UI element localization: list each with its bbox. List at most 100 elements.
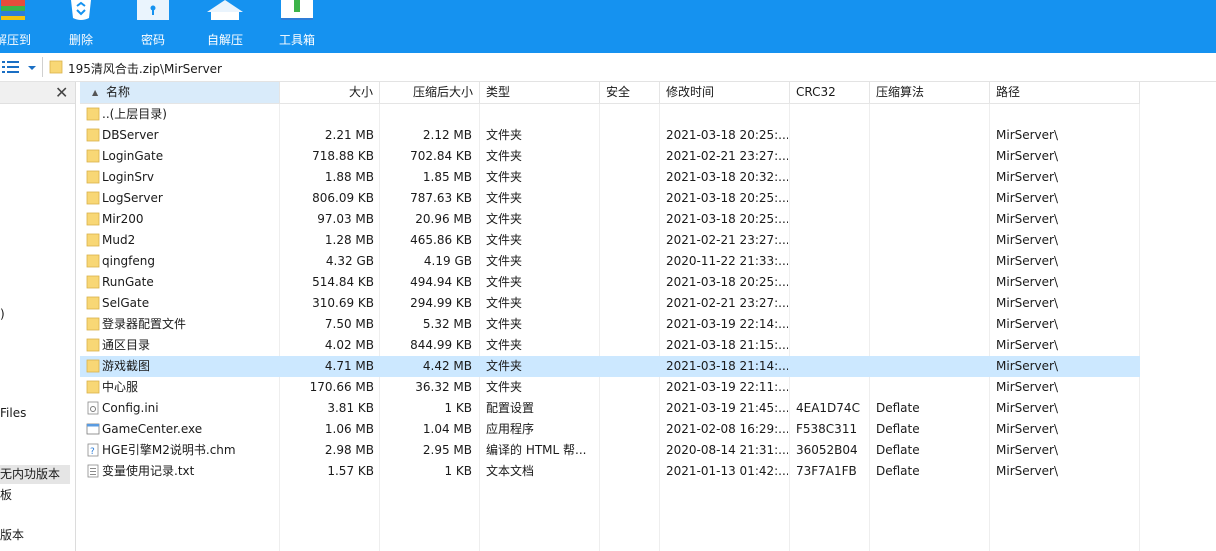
file-row[interactable]: RunGate 514.84 KB 494.94 KB 文件夹 2021-03-18 2…: [80, 272, 1140, 293]
tree-item[interactable]: 版本: [0, 526, 24, 543]
column-header-crc32[interactable]: CRC32: [790, 82, 870, 104]
file-type: 文件夹: [486, 212, 523, 226]
file-name: Mir200: [102, 212, 144, 226]
chevron-down-icon[interactable]: [26, 63, 38, 73]
password-button[interactable]: 密码: [126, 0, 180, 53]
file-size: 1.06 MB: [324, 422, 374, 436]
file-path: MirServer\: [996, 191, 1059, 205]
file-row[interactable]: LoginGate 718.88 KB 702.84 KB 文件夹 2021-02-21…: [80, 146, 1140, 167]
folder-icon: [49, 60, 63, 74]
file-type: 文件夹: [486, 359, 523, 373]
tree-item[interactable]: 板: [0, 486, 12, 503]
file-row[interactable]: ..(上层目录): [80, 104, 1140, 125]
file-method: [876, 377, 986, 398]
file-packed: 2.12 MB: [422, 128, 472, 142]
file-method: [876, 146, 986, 167]
file-type: 文件夹: [486, 254, 523, 268]
file-modified: 2021-03-18 20:25:...: [666, 275, 788, 289]
file-row[interactable]: 变量使用记录.txt 1.57 KB 1 KB 文本文档 2021-01-13 01:4…: [80, 461, 1140, 482]
self-extract-button[interactable]: 自解压: [198, 0, 252, 53]
file-row[interactable]: Config.ini 3.81 KB 1 KB 配置设置 2021-03-19 21:4…: [80, 398, 1140, 419]
file-name: LogServer: [102, 191, 163, 205]
file-row[interactable]: 游戏截图 4.71 MB 4.42 MB 文件夹 2021-03-18 21:14:..…: [80, 356, 1140, 377]
file-path: MirServer\: [996, 422, 1059, 436]
file-type: 文件夹: [486, 317, 523, 331]
file-size: 1.57 KB: [327, 464, 374, 478]
file-method: [876, 209, 986, 230]
password-icon: [137, 0, 169, 20]
file-method: [876, 356, 986, 377]
file-packed: 465.86 KB: [410, 233, 472, 247]
column-header-packed-size[interactable]: 压缩后大小: [380, 82, 480, 104]
column-header-type[interactable]: 类型: [480, 82, 600, 104]
file-row[interactable]: Mir200 97.03 MB 20.96 MB 文件夹 2021-03-18 20:2…: [80, 209, 1140, 230]
file-path: MirServer\: [996, 275, 1059, 289]
file-size: 4.71 MB: [324, 359, 374, 373]
file-modified: 2021-03-18 21:15:...: [666, 338, 788, 352]
column-header-path[interactable]: 路径: [990, 82, 1140, 104]
tree-item[interactable]: Files: [0, 406, 26, 420]
toolbox-button[interactable]: 工具箱: [270, 0, 324, 53]
file-row[interactable]: LoginSrv 1.88 MB 1.85 MB 文件夹 2021-03-18 20:3…: [80, 167, 1140, 188]
file-name: RunGate: [102, 275, 154, 289]
file-size: 2.98 MB: [324, 443, 374, 457]
file-row[interactable]: Mud2 1.28 MB 465.86 KB 文件夹 2021-02-21 23:27:…: [80, 230, 1140, 251]
file-crc: [796, 146, 868, 167]
file-row[interactable]: LogServer 806.09 KB 787.63 KB 文件夹 2021-03-18…: [80, 188, 1140, 209]
file-crc: [796, 314, 868, 335]
file-path: MirServer\: [996, 170, 1059, 184]
file-method: [876, 167, 986, 188]
file-name: SelGate: [102, 296, 150, 310]
file-crc: [796, 272, 868, 293]
file-type: 文件夹: [486, 233, 523, 247]
file-row[interactable]: 中心服 170.66 MB 36.32 MB 文件夹 2021-03-19 22:11:…: [80, 377, 1140, 398]
file-size: 7.50 MB: [324, 317, 374, 331]
file-row[interactable]: SelGate 310.69 KB 294.99 KB 文件夹 2021-02-21 2…: [80, 293, 1140, 314]
file-type: 文本文档: [486, 464, 535, 478]
folder-icon: [86, 338, 100, 352]
close-icon[interactable]: ✕: [55, 84, 68, 102]
file-row[interactable]: qingfeng 4.32 GB 4.19 GB 文件夹 2020-11-22 21:3…: [80, 251, 1140, 272]
file-modified: 2021-03-19 22:14:...: [666, 317, 788, 331]
file-row[interactable]: DBServer 2.21 MB 2.12 MB 文件夹 2021-03-18 20:2…: [80, 125, 1140, 146]
file-list: ▲ 名称 大小 压缩后大小 类型 安全 修改时间 CRC32 压缩算法 路径 .…: [80, 82, 1216, 551]
password-label: 密码: [140, 33, 165, 47]
file-size: 4.32 GB: [325, 254, 374, 268]
folder-icon: [86, 317, 100, 331]
list-view-icon[interactable]: [0, 59, 22, 75]
settings-file-icon: [87, 401, 99, 415]
extract-icon: [1, 0, 25, 20]
column-header-size[interactable]: 大小: [280, 82, 380, 104]
file-name: 登录器配置文件: [102, 317, 187, 331]
file-row[interactable]: ? HGE引擎M2说明书.chm 2.98 MB 2.95 MB 编译的 HTML 帮.…: [80, 440, 1140, 461]
delete-button[interactable]: 删除: [54, 0, 108, 53]
file-crc: [796, 209, 868, 230]
file-crc: [796, 293, 868, 314]
column-header-method[interactable]: 压缩算法: [870, 82, 990, 104]
file-packed: 5.32 MB: [422, 317, 472, 331]
column-header-name[interactable]: ▲ 名称: [80, 82, 280, 104]
folder-icon: [86, 359, 100, 373]
file-row[interactable]: 通区目录 4.02 MB 844.99 KB 文件夹 2021-03-18 21:15:…: [80, 335, 1140, 356]
divider: [42, 57, 43, 77]
folder-icon: [86, 149, 100, 163]
tree-item[interactable]: 无内功版本: [0, 465, 71, 484]
column-header-modified[interactable]: 修改时间: [660, 82, 790, 104]
file-row[interactable]: GameCenter.exe 1.06 MB 1.04 MB 应用程序 2021-02-…: [80, 419, 1140, 440]
file-size: 4.02 MB: [324, 338, 374, 352]
folder-icon: [86, 254, 100, 268]
address-path[interactable]: 195清风合击.zip\MirServer: [68, 60, 222, 77]
file-modified: 2021-03-19 22:11:...: [666, 380, 788, 394]
column-header-security[interactable]: 安全: [600, 82, 660, 104]
tree-item[interactable]: ): [0, 307, 5, 321]
file-crc: 4EA1D74C: [796, 401, 860, 415]
file-modified: 2021-03-18 20:25:...: [666, 128, 788, 142]
file-type: 配置设置: [486, 401, 535, 415]
folder-icon: [86, 380, 100, 394]
file-method: [876, 335, 986, 356]
extract-button[interactable]: 解压到: [0, 0, 48, 53]
file-row[interactable]: 登录器配置文件 7.50 MB 5.32 MB 文件夹 2021-03-19 22:14…: [80, 314, 1140, 335]
file-type: 文件夹: [486, 380, 523, 394]
file-type: 应用程序: [486, 422, 535, 436]
file-size: 1.88 MB: [324, 170, 374, 184]
